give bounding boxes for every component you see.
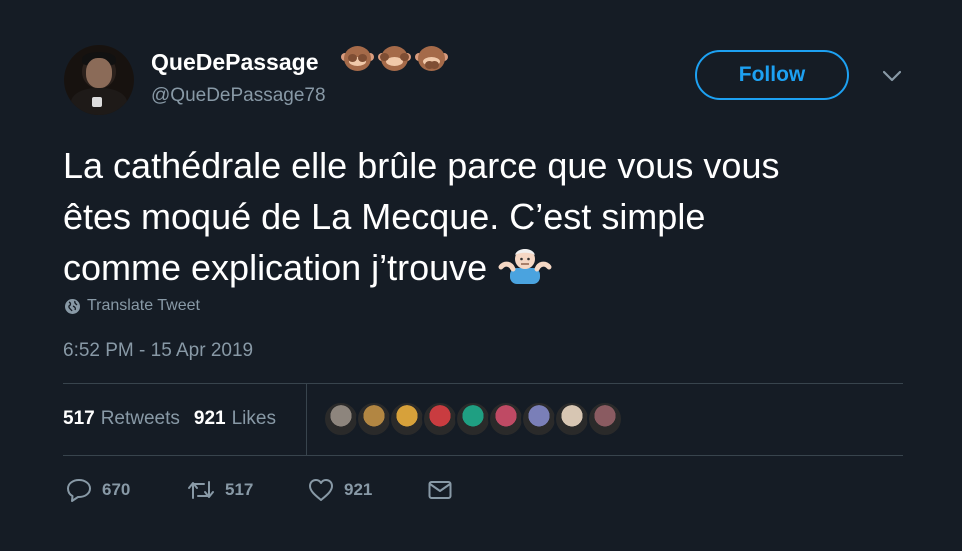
retweet-icon (188, 481, 214, 499)
follow-button[interactable]: Follow (695, 50, 849, 100)
liker-avatar[interactable] (389, 401, 425, 437)
globe-icon (65, 298, 80, 314)
likes-count: 921 (193, 408, 226, 429)
envelope-icon (428, 481, 452, 499)
like-count: 921 (344, 480, 373, 499)
avatar[interactable] (64, 45, 134, 115)
tweet-stats: 517 Retweets 921 Likes (63, 405, 276, 433)
liker-avatar[interactable] (422, 401, 458, 437)
tweet-line: La cathédrale elle brûle parce que vous … (63, 145, 780, 186)
liker-avatar[interactable] (587, 401, 623, 437)
display-name[interactable]: QueDePassage (151, 49, 318, 76)
speak-no-evil-monkey-icon (415, 44, 448, 77)
avatar-shirt-logo (92, 97, 102, 107)
direct-message-button[interactable] (427, 478, 453, 502)
avatar-face (86, 58, 112, 88)
stats-separator (306, 384, 307, 455)
tweet-line-last: comme explication j’trouve (63, 242, 903, 293)
reply-button[interactable]: 670 (66, 478, 130, 502)
translate-tweet-label: Translate Tweet (87, 297, 200, 314)
tweet-text: La cathédrale elle brûle parce que vous … (63, 140, 903, 293)
user-handle[interactable]: @QueDePassage78 (151, 85, 326, 107)
retweets-stat[interactable]: 517 Retweets (63, 408, 180, 430)
reply-count: 670 (102, 480, 131, 499)
translate-tweet-link[interactable]: Translate Tweet (64, 296, 200, 316)
retweets-count: 517 (63, 408, 95, 429)
man-shrugging-icon (498, 249, 552, 284)
liker-avatar[interactable] (488, 401, 524, 437)
tweet-timestamp[interactable]: 6:52 PM - 15 Apr 2019 (63, 340, 253, 362)
divider (63, 455, 903, 456)
retweet-count: 517 (225, 480, 254, 499)
chevron-down-icon[interactable] (883, 70, 901, 82)
divider (63, 383, 903, 384)
liker-avatar[interactable] (455, 401, 491, 437)
heart-icon (309, 479, 333, 501)
liker-avatar[interactable] (554, 401, 590, 437)
liker-avatar[interactable] (323, 401, 359, 437)
tweet-line: êtes moqué de La Mecque. C’est simple (63, 196, 706, 237)
tweet-card: QueDePassage @QueDePassage78 Follow La c… (0, 0, 962, 551)
liker-avatars (323, 401, 623, 437)
see-no-evil-monkey-icon (341, 44, 374, 77)
liker-avatar[interactable] (356, 401, 392, 437)
display-name-emoji (341, 44, 448, 78)
reply-icon (67, 479, 91, 502)
tweet-line-text: comme explication j’trouve (63, 247, 488, 288)
retweet-button[interactable]: 517 (187, 478, 253, 502)
like-button[interactable]: 921 (308, 478, 372, 502)
likes-stat[interactable]: 921 Likes (194, 408, 276, 430)
likes-label: Likes (231, 408, 276, 429)
hear-no-evil-monkey-icon (378, 44, 411, 77)
liker-avatar[interactable] (521, 401, 557, 437)
retweets-label: Retweets (100, 408, 180, 429)
